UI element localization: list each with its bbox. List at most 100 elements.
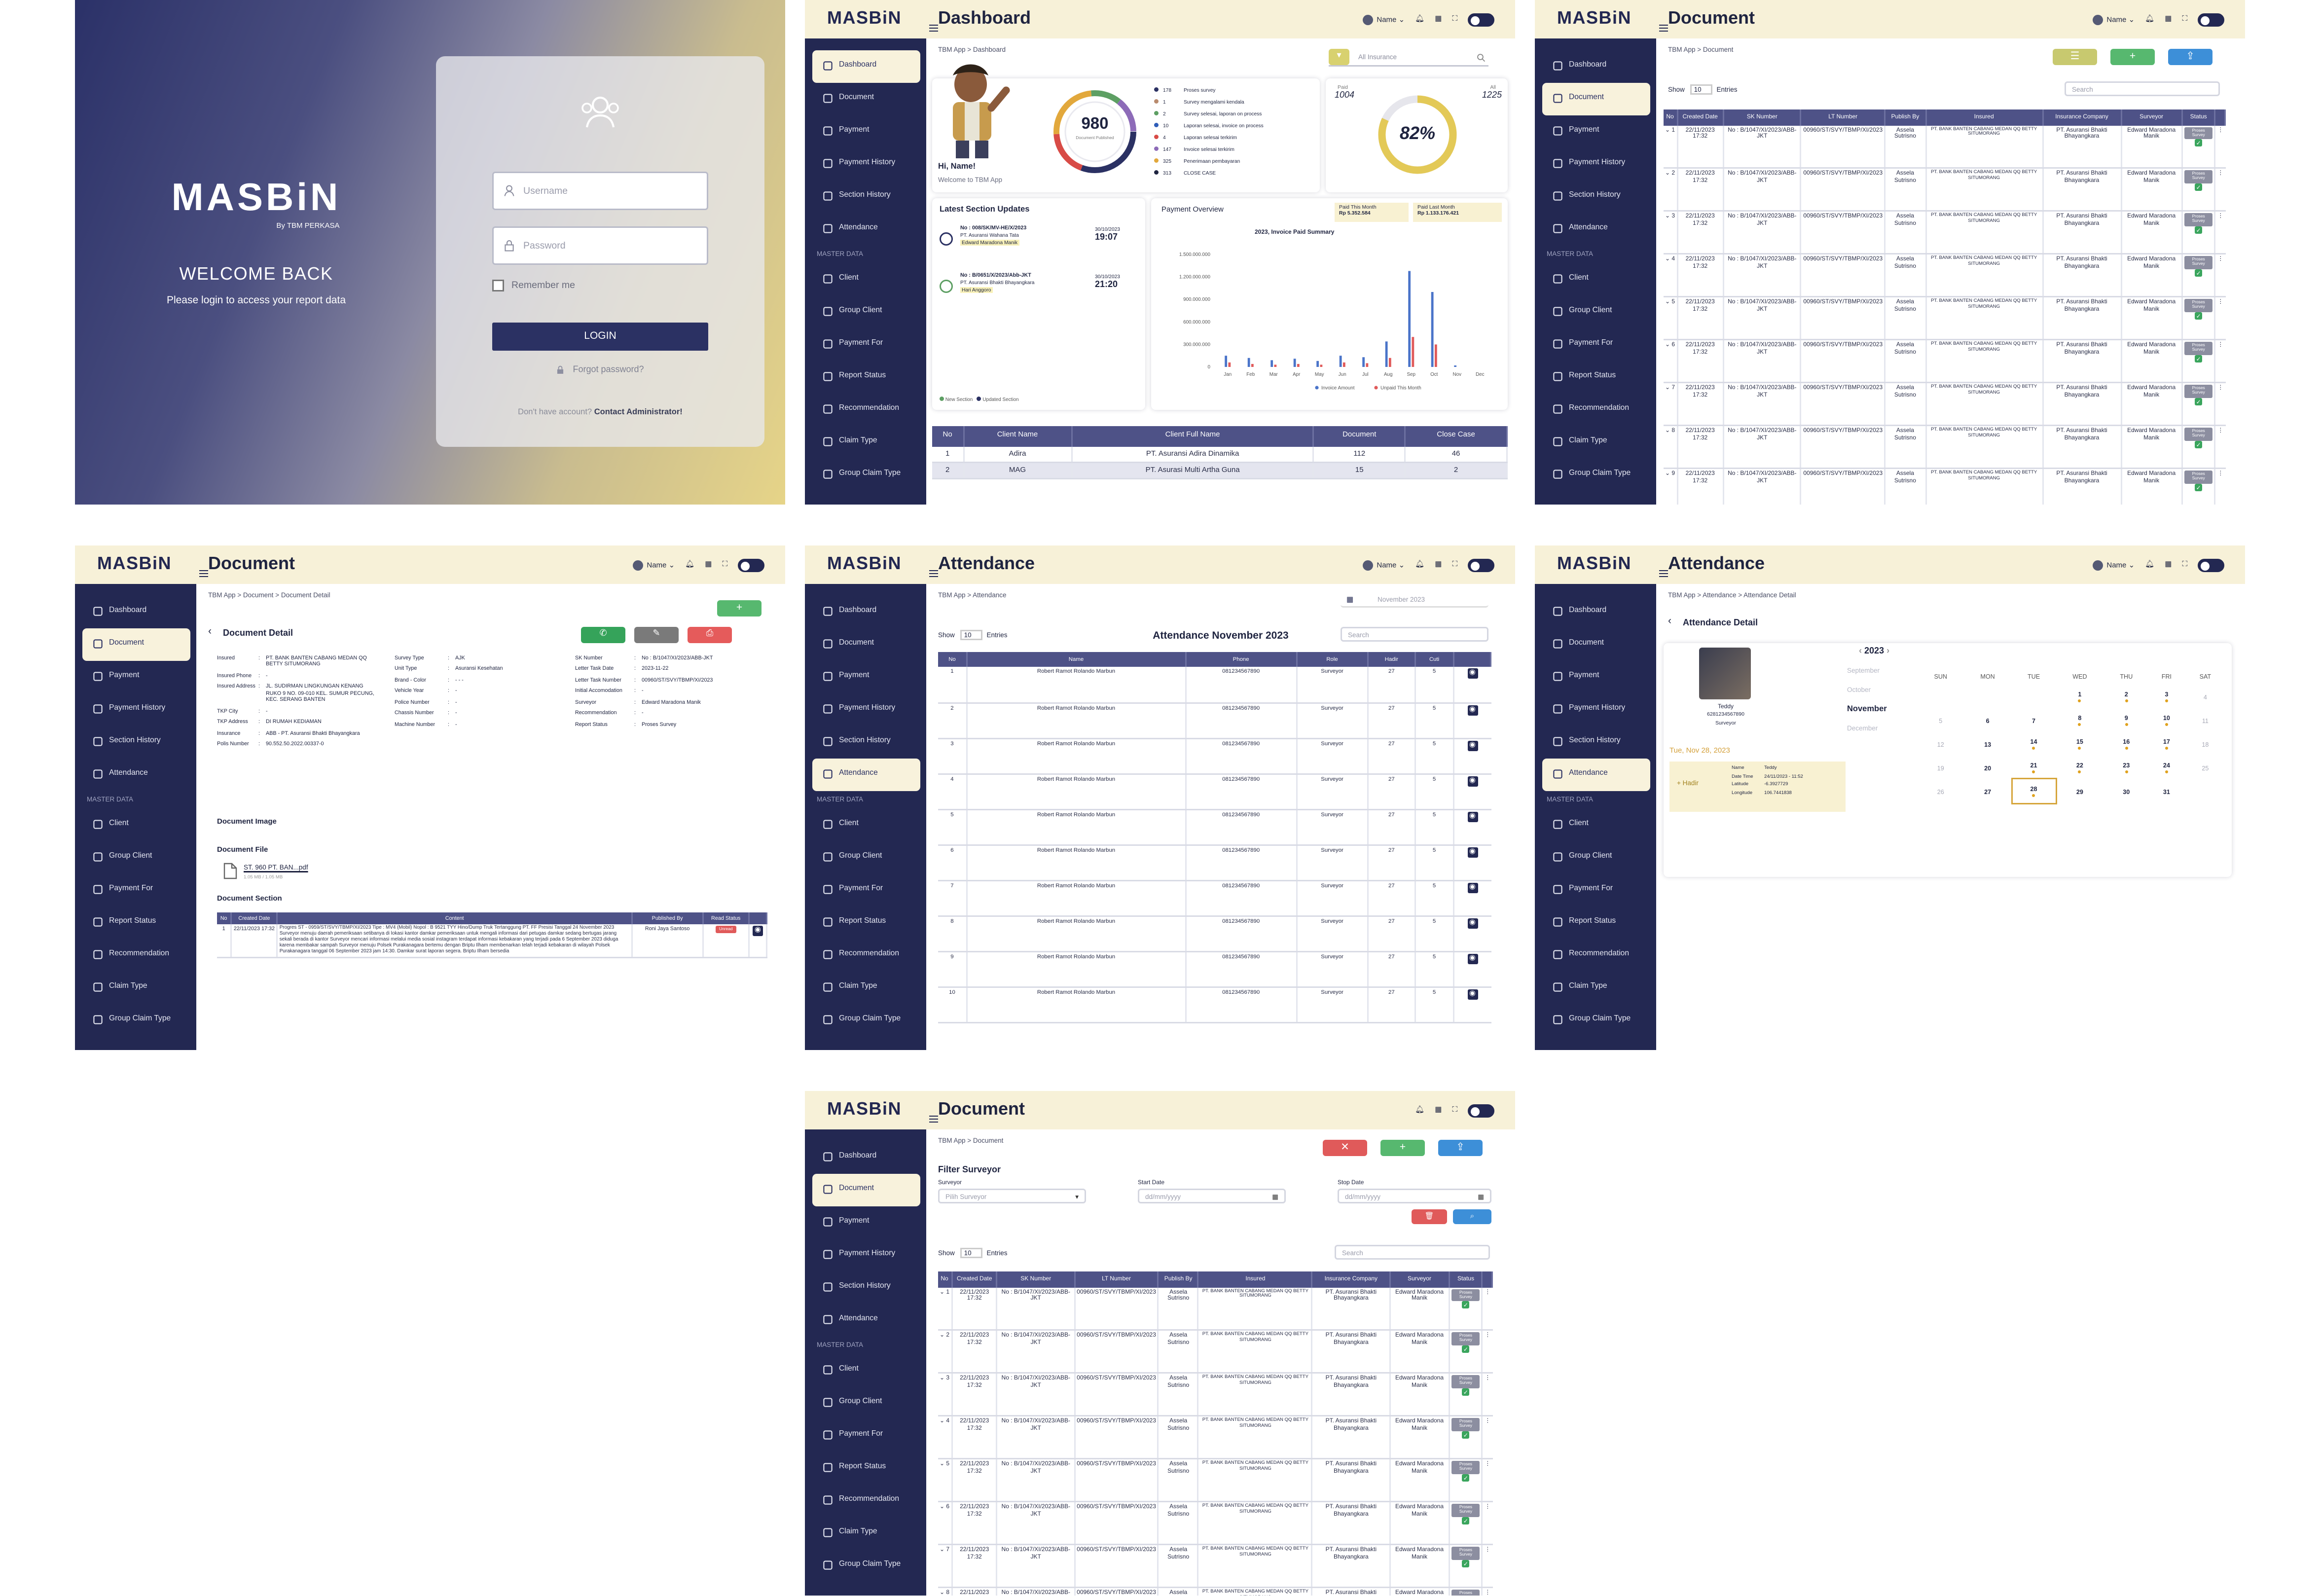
hamburger-menu-icon[interactable] (199, 559, 208, 585)
update-item[interactable]: No : 008/SK/MV-HE/X/2023 PT. Asuransi Wah… (940, 225, 1141, 272)
more-options-icon[interactable]: ⋮ (2215, 254, 2225, 298)
bell-icon[interactable]: 🔔︎ (685, 560, 694, 569)
sidebar-item-client[interactable]: Client (1535, 809, 1656, 841)
login-button[interactable]: LOGIN (492, 323, 708, 351)
column-header[interactable]: No (938, 652, 968, 668)
row-number[interactable]: ⌄ 7 (1664, 382, 1678, 427)
view-cell[interactable]: ◉ (1453, 880, 1491, 917)
checkbox-box[interactable] (492, 280, 504, 291)
row-number[interactable]: ⌄ 6 (1664, 339, 1678, 384)
remember-me-checkbox[interactable]: Remember me (492, 280, 575, 291)
more-options-icon[interactable]: ⋮ (1482, 1330, 1492, 1374)
sidebar-item-client[interactable]: Client (805, 809, 926, 841)
table-row[interactable]: 5 Robert Ramot Rolando Marbun 081234567890… (938, 809, 1491, 846)
calendar-day[interactable]: 19 (1918, 756, 1963, 779)
calendar-day[interactable]: 24 (2148, 756, 2185, 779)
sidebar-item-report-status[interactable]: Report Status (75, 907, 196, 939)
sidebar-item-document[interactable]: Document (805, 83, 926, 115)
table-row[interactable]: ⌄ 3 22/11/2023 17:32 No : B/1047/XI/2023/A… (938, 1373, 1492, 1417)
table-row[interactable]: ⌄ 9 22/11/2023 17:32 No : B/1047/XI/2023/A… (1664, 468, 2225, 505)
month-item[interactable]: October (1847, 686, 1912, 705)
calendar-day[interactable] (1963, 685, 2012, 708)
calendar-day[interactable]: 7 (2012, 708, 2055, 732)
calendar-day[interactable]: 12 (1918, 732, 1963, 756)
more-options-icon[interactable]: ⋮ (1482, 1544, 1492, 1589)
calendar-day[interactable]: 25 (2185, 756, 2226, 779)
reset-filter-button[interactable]: 🗑 (1412, 1209, 1447, 1224)
row-number[interactable]: ⌄ 4 (938, 1415, 953, 1460)
hamburger-menu-icon[interactable] (929, 13, 938, 40)
calendar-day[interactable]: 15 (2055, 732, 2104, 756)
eye-icon[interactable]: ◉ (1467, 847, 1478, 858)
eye-icon[interactable]: ◉ (752, 926, 763, 937)
bell-icon[interactable]: 🔔︎ (2145, 15, 2154, 24)
table-row[interactable]: ⌄ 822/11/2023 17:32No : B/1047/XI/2023/A… (938, 1587, 1492, 1596)
column-header[interactable]: Phone (1185, 652, 1298, 668)
sidebar-item-recommendation[interactable]: Recommendation (75, 939, 196, 972)
sidebar-item-claim-type[interactable]: Claim Type (1535, 426, 1656, 459)
bell-icon[interactable]: 🔔︎ (2145, 560, 2154, 569)
sidebar-item-group-claim-type[interactable]: Group Claim Type (805, 1004, 926, 1037)
row-number[interactable]: ⌄ 2 (938, 1330, 953, 1374)
table-row[interactable]: ⌄ 4 22/11/2023 17:32 No : B/1047/XI/2023/A… (938, 1415, 1492, 1460)
add-button[interactable]: + (1380, 1140, 1425, 1156)
row-number[interactable]: ⌄ 4 (1664, 254, 1678, 298)
sidebar-item-group-claim-type[interactable]: Group Claim Type (1535, 459, 1656, 491)
search-filter-button[interactable]: ⌕ (1453, 1209, 1491, 1224)
column-header[interactable]: Insurance Company (1312, 1271, 1391, 1287)
eye-icon[interactable]: ◉ (1467, 705, 1478, 716)
insurance-filter[interactable]: ▾ All Insurance (1329, 49, 1488, 67)
start-date-input[interactable]: dd/mm/yyyy ▦ (1138, 1189, 1286, 1203)
row-number[interactable]: ⌄ 8 (1664, 425, 1678, 470)
sidebar-item-dashboard[interactable]: Dashboard (805, 1141, 926, 1174)
column-header[interactable]: Insured (1198, 1271, 1313, 1287)
sidebar-item-claim-type[interactable]: Claim Type (805, 1517, 926, 1550)
calendar-day[interactable]: 2 (2104, 685, 2148, 708)
more-options-icon[interactable]: ⋮ (1482, 1587, 1492, 1596)
view-cell[interactable]: ◉ (1453, 809, 1491, 846)
row-number[interactable]: ⌄ 2 (1664, 168, 1678, 212)
calendar-day[interactable] (1918, 685, 1963, 708)
sidebar-item-recommendation[interactable]: Recommendation (805, 1485, 926, 1517)
column-header[interactable]: No (938, 1271, 953, 1287)
sidebar-item-claim-type[interactable]: Claim Type (1535, 972, 1656, 1004)
search-input[interactable]: Search (1341, 627, 1488, 642)
theme-toggle[interactable] (1468, 12, 1494, 26)
user-menu[interactable]: Name ⌄ (1363, 559, 1405, 570)
sidebar-item-group-client[interactable]: Group Client (805, 1387, 926, 1419)
sidebar-item-document[interactable]: Document (805, 628, 926, 661)
print-button[interactable]: ⎙ (688, 627, 732, 643)
sidebar-item-payment[interactable]: Payment (75, 661, 196, 693)
sidebar-item-report-status[interactable]: Report Status (1535, 361, 1656, 394)
table-row[interactable]: ⌄ 5 22/11/2023 17:32 No : B/1047/XI/2023/A… (938, 1458, 1492, 1503)
table-row[interactable]: ⌄ 6 22/11/2023 17:32 No : B/1047/XI/2023/A… (1664, 339, 2225, 384)
bell-icon[interactable]: 🔔︎ (1415, 1106, 1424, 1115)
row-number[interactable]: ⌄ 3 (938, 1373, 953, 1417)
sidebar-item-payment-history[interactable]: Payment History (805, 148, 926, 181)
calendar-day[interactable]: 21 (2012, 756, 2055, 779)
more-options-icon[interactable]: ⋮ (1482, 1373, 1492, 1417)
column-header[interactable]: Publish By (1158, 1271, 1199, 1287)
eye-icon[interactable]: ◉ (1467, 740, 1478, 751)
column-header[interactable]: Client Full Name (1071, 426, 1315, 447)
whatsapp-button[interactable]: ✆ (581, 627, 625, 643)
sidebar-item-payment[interactable]: Payment (1535, 661, 1656, 693)
more-options-icon[interactable]: ⋮ (2215, 211, 2225, 255)
column-header[interactable]: Surveyor (2121, 109, 2182, 125)
row-number[interactable]: ⌄ 1 (938, 1287, 953, 1331)
sidebar-item-group-client[interactable]: Group Client (805, 841, 926, 874)
eye-icon[interactable]: ◉ (1467, 918, 1478, 929)
calendar-icon[interactable]: ▦ (705, 560, 712, 569)
view-cell[interactable]: ◉ (1453, 987, 1491, 1023)
column-header[interactable]: Published By (632, 912, 704, 925)
bell-icon[interactable]: 🔔︎ (1415, 15, 1424, 24)
user-menu[interactable]: Name ⌄ (2093, 14, 2135, 25)
column-header[interactable]: Created Date (1677, 109, 1724, 125)
eye-icon[interactable]: ◉ (1467, 669, 1478, 680)
calendar-day[interactable]: 4 (2185, 685, 2226, 708)
sidebar-item-payment-history[interactable]: Payment History (75, 693, 196, 726)
file-link[interactable]: ST. 960 PT. BAN...pdf (244, 864, 308, 871)
column-header[interactable]: Role (1296, 652, 1369, 668)
column-header[interactable]: Status (1449, 1271, 1484, 1287)
sidebar-item-report-status[interactable]: Report Status (1535, 907, 1656, 939)
